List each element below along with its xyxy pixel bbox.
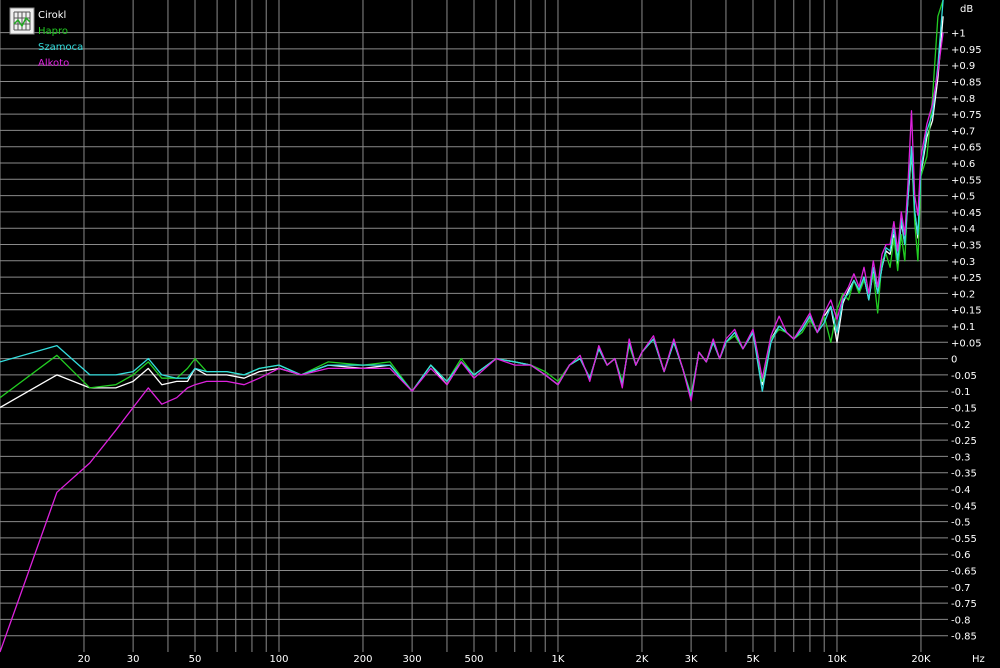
y-unit-label: dB — [960, 4, 973, 15]
x-tick-label: 30 — [127, 654, 140, 665]
y-tick-label: +0.25 — [951, 273, 982, 284]
y-tick-label: +1 — [951, 29, 966, 40]
x-tick-label: 200 — [353, 654, 372, 665]
x-tick-label: 2K — [636, 654, 649, 665]
y-tick-label: +0.9 — [951, 61, 975, 72]
legend-item-cirokl: Cirokl — [38, 10, 66, 21]
x-tick-label: 500 — [464, 654, 483, 665]
x-tick-label: 20K — [911, 654, 931, 665]
y-tick-label: -0.7 — [951, 583, 971, 594]
y-tick-label: +0.3 — [951, 257, 975, 268]
y-tick-label: -0.5 — [951, 518, 971, 529]
y-tick-label: -0.15 — [951, 404, 977, 415]
y-tick-label: +0.6 — [951, 159, 975, 170]
y-tick-label: -0.55 — [951, 534, 977, 545]
y-tick-label: -0.8 — [951, 615, 971, 626]
y-tick-label: -0.35 — [951, 469, 977, 480]
frequency-response-chart: +1 +0.95 +0.9 +0.85 +0.8 +0.75 +0.7 +0.65 +0.6 +0… — [0, 0, 1000, 668]
y-tick-label: +0.65 — [951, 143, 982, 154]
x-tick-label: 3K — [685, 654, 698, 665]
legend-item-hapro: Hapro — [38, 26, 68, 37]
y-tick-label: +0.45 — [951, 208, 982, 219]
y-tick-label: -0.1 — [951, 387, 971, 398]
legend-item-szamoca: Szamoca — [38, 42, 83, 53]
y-tick-label: +0.4 — [951, 224, 975, 235]
y-tick-label: +0.95 — [951, 45, 982, 56]
legend-item-alkoto: Alkoto — [38, 58, 69, 69]
y-tick-label: +0.8 — [951, 94, 975, 105]
y-tick-label: +0.75 — [951, 110, 982, 121]
x-unit-label: Hz — [972, 654, 985, 665]
x-tick-label: 300 — [403, 654, 422, 665]
y-tick-label: -0.05 — [951, 371, 977, 382]
y-tick-label: -0.6 — [951, 550, 971, 561]
y-tick-label: +0.35 — [951, 241, 982, 252]
x-tick-label: 20 — [78, 654, 91, 665]
y-tick-label: 0 — [951, 355, 957, 366]
y-tick-label: +0.55 — [951, 175, 982, 186]
chart-background — [0, 0, 1000, 668]
x-tick-label: 10K — [827, 654, 847, 665]
x-tick-label: 100 — [269, 654, 288, 665]
y-tick-label: +0.5 — [951, 192, 975, 203]
y-tick-label: -0.75 — [951, 599, 977, 610]
y-tick-label: +0.7 — [951, 126, 975, 137]
y-tick-label: -0.3 — [951, 452, 971, 463]
y-tick-label: +0.05 — [951, 338, 982, 349]
y-tick-label: +0.2 — [951, 289, 975, 300]
y-tick-label: -0.45 — [951, 501, 977, 512]
y-tick-label: -0.85 — [951, 632, 977, 643]
y-tick-label: -0.25 — [951, 436, 977, 447]
y-tick-label: +0.15 — [951, 306, 982, 317]
y-tick-label: +0.85 — [951, 78, 982, 89]
y-tick-label: +0.1 — [951, 322, 975, 333]
x-tick-label: 5K — [747, 654, 760, 665]
y-tick-label: -0.65 — [951, 567, 977, 578]
x-tick-label: 1K — [552, 654, 565, 665]
y-tick-label: -0.4 — [951, 485, 971, 496]
y-tick-label: -0.2 — [951, 420, 971, 431]
x-tick-label: 50 — [189, 654, 202, 665]
